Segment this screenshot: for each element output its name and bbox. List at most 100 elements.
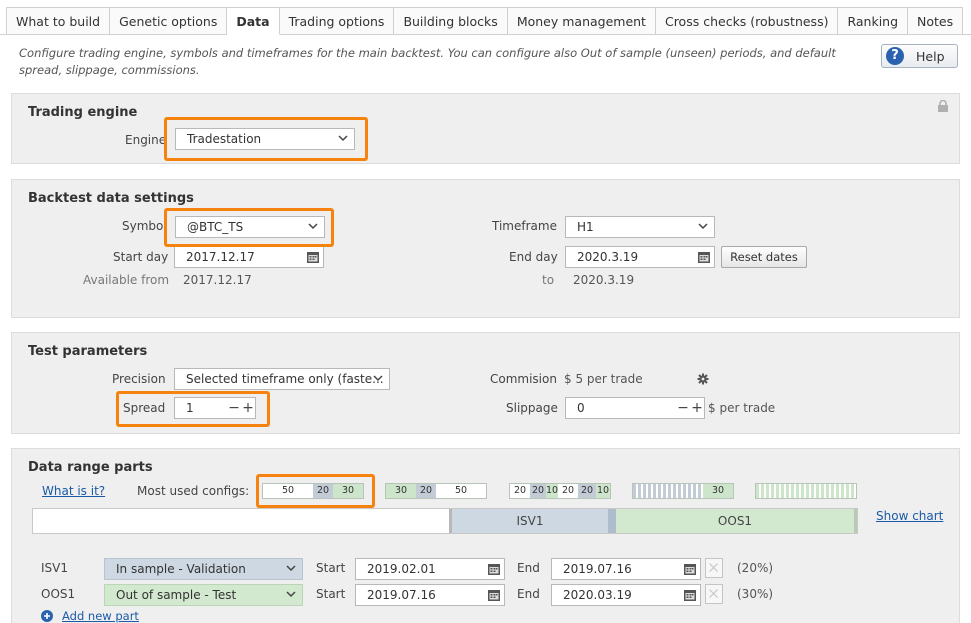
part-name: ISV1	[41, 561, 68, 575]
timeframe-value: H1	[577, 220, 594, 234]
precision-select[interactable]: Selected timeframe only (faste...	[174, 368, 390, 390]
page-description: Configure trading engine, symbols and ti…	[19, 46, 836, 77]
commission-value: $ 5 per trade	[564, 372, 643, 386]
part-percent: (20%)	[737, 561, 774, 575]
lock-icon	[938, 100, 948, 112]
tab-what-to-build[interactable]: What to build	[6, 7, 111, 35]
question-icon: ?	[886, 47, 904, 65]
chevron-down-icon	[373, 375, 383, 382]
available-to-value: 2020.3.19	[573, 273, 635, 287]
trading-engine-panel: Trading engine Engine Tradestation	[11, 93, 960, 164]
available-from-label: Available from	[83, 273, 170, 287]
part-end-label: End	[517, 561, 540, 575]
part-name: OOS1	[41, 587, 76, 601]
tab-trading-options[interactable]: Trading options	[279, 7, 395, 35]
chart-divider[interactable]	[608, 509, 616, 533]
part-type-select[interactable]: In sample - Validation	[104, 558, 303, 580]
end-day-input[interactable]: 2020.3.19	[565, 246, 715, 268]
slippage-unit: $ per trade	[708, 401, 776, 415]
start-day-input[interactable]: 2017.12.17	[174, 246, 324, 268]
what-is-it-link[interactable]: What is it?	[42, 484, 105, 498]
symbol-highlight	[164, 208, 334, 247]
part-end-input[interactable]: 2019.07.16	[551, 558, 701, 580]
slippage-label: Slippage	[506, 401, 558, 415]
reset-dates-button[interactable]: Reset dates	[721, 246, 807, 268]
part-start-label: Start	[316, 561, 346, 575]
calendar-icon[interactable]	[697, 250, 711, 264]
part-end-input[interactable]: 2020.03.19	[551, 584, 701, 606]
most-used-label: Most used configs:	[137, 484, 250, 498]
part-start-value: 2019.02.01	[367, 562, 436, 576]
part-end-label: End	[517, 587, 540, 601]
chart-is-segment	[33, 509, 449, 533]
part-start-input[interactable]: 2019.02.01	[355, 558, 505, 580]
tab-bar: What to build Genetic options Data Tradi…	[6, 7, 964, 35]
calendar-icon[interactable]	[487, 588, 501, 602]
config-seg: 20	[558, 484, 578, 498]
config-highlight	[256, 474, 375, 508]
start-day-label: Start day	[113, 250, 169, 264]
chart-isv-segment: ISV1	[452, 509, 608, 533]
part-end-value: 2020.03.19	[563, 588, 632, 602]
slippage-value: 0	[577, 401, 585, 415]
config-preset-3[interactable]: 20 20 10 20 20 10	[509, 483, 611, 499]
timeframe-select[interactable]: H1	[565, 216, 715, 238]
engine-highlight	[164, 117, 368, 161]
timeframe-label: Timeframe	[492, 219, 557, 233]
end-day-value: 2020.3.19	[577, 250, 639, 264]
start-day-value: 2017.12.17	[186, 250, 255, 264]
slippage-input[interactable]: 0 − +	[565, 397, 705, 419]
config-seg: 30	[386, 484, 416, 498]
tab-ranking[interactable]: Ranking	[838, 7, 909, 35]
help-label: Help	[916, 48, 945, 64]
slippage-stepper[interactable]: − +	[676, 398, 704, 418]
config-preset-2[interactable]: 30 20 50	[385, 483, 487, 499]
chevron-down-icon	[286, 591, 296, 598]
data-range-title: Data range parts	[28, 460, 153, 475]
tab-data[interactable]: Data	[227, 7, 280, 35]
config-seg: 20	[530, 484, 546, 498]
calendar-icon[interactable]	[683, 588, 697, 602]
calendar-icon[interactable]	[683, 562, 697, 576]
plus-circle-icon	[41, 610, 53, 622]
tab-money-management[interactable]: Money management	[507, 7, 656, 35]
chart-divider[interactable]	[854, 509, 857, 533]
config-seg: 20	[578, 484, 596, 498]
backtest-panel: Backtest data settings Symbol @BTC_TS Ti…	[11, 179, 960, 318]
part-start-label: Start	[316, 587, 346, 601]
add-part-row[interactable]: Add new part	[41, 609, 139, 623]
precision-label: Precision	[112, 372, 166, 386]
close-icon	[709, 563, 718, 572]
tab-building-blocks[interactable]: Building blocks	[394, 7, 508, 35]
show-chart-link[interactable]: Show chart	[876, 509, 943, 523]
part-type-value: In sample - Validation	[116, 562, 246, 576]
test-params-title: Test parameters	[28, 344, 148, 359]
gear-icon[interactable]	[697, 373, 709, 385]
config-preset-4[interactable]: 30	[632, 483, 734, 499]
minus-icon[interactable]: −	[676, 398, 690, 418]
part-end-value: 2019.07.16	[563, 562, 632, 576]
spread-highlight	[116, 391, 270, 427]
tab-genetic-options[interactable]: Genetic options	[110, 7, 228, 35]
tab-notes[interactable]: Notes	[908, 7, 964, 35]
commission-label: Commision	[490, 372, 557, 386]
part-start-input[interactable]: 2019.07.16	[355, 584, 505, 606]
part-percent: (30%)	[737, 587, 774, 601]
symbol-label: Symbol	[122, 219, 167, 233]
backtest-title: Backtest data settings	[28, 191, 194, 206]
help-button[interactable]: ? Help	[881, 44, 958, 68]
config-preset-5[interactable]	[755, 483, 857, 499]
remove-part-button[interactable]	[705, 584, 723, 604]
add-new-part-link[interactable]: Add new part	[62, 609, 139, 623]
remove-part-button[interactable]	[705, 558, 723, 578]
precision-value: Selected timeframe only (faste...	[186, 372, 384, 386]
tab-cross-checks[interactable]: Cross checks (robustness)	[655, 7, 839, 35]
calendar-icon[interactable]	[487, 562, 501, 576]
part-type-select[interactable]: Out of sample - Test	[104, 584, 303, 606]
part-type-value: Out of sample - Test	[116, 588, 237, 602]
config-seg	[633, 484, 703, 498]
config-seg: 10	[596, 484, 610, 498]
calendar-icon[interactable]	[306, 250, 320, 264]
close-icon	[709, 589, 718, 598]
plus-icon[interactable]: +	[690, 398, 704, 418]
